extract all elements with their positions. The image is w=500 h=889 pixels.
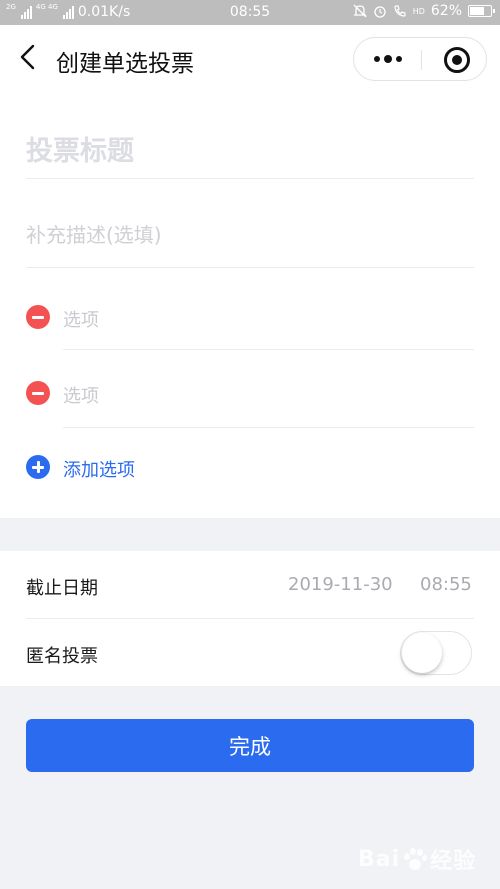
paw-logo-icon [402,847,428,871]
back-arrow-icon[interactable] [14,42,44,72]
capsule-divider [421,50,422,70]
close-target-icon[interactable] [444,47,470,73]
status-right: HD 62% [353,3,495,19]
anonymous-label: 匿名投票 [26,646,98,667]
more-dots-icon[interactable] [354,38,421,80]
vote-title-input[interactable]: 投票标题 [26,129,134,168]
divider [63,349,474,350]
vote-content-card: 投票标题 补充描述(选填) 选项 选项 添加选项 [0,91,500,518]
anonymous-toggle[interactable] [400,631,472,675]
hd-badge: HD [412,6,425,16]
divider [26,267,474,268]
toggle-knob [402,633,442,673]
baidu-watermark: Bai 经验 [358,835,478,883]
deadline-time-picker[interactable]: 08:55 [420,574,472,595]
done-button[interactable]: 完成 [26,719,474,772]
remove-option-icon[interactable] [26,305,50,329]
status-bar: 2G 4G 4G 0.01K/s 08:55 HD 62% [0,0,500,25]
deadline-label: 截止日期 [26,578,98,599]
description-input[interactable]: 补充描述(选填) [26,219,162,248]
page-title: 创建单选投票 [56,51,194,77]
add-option-icon[interactable] [26,455,50,479]
option-input-1[interactable]: 选项 [63,306,99,332]
add-option-button[interactable]: 添加选项 [63,456,135,482]
alarm-icon [374,6,386,18]
bell-mute-icon [353,4,367,18]
battery-icon [468,5,495,17]
call-icon [394,5,406,17]
remove-option-icon[interactable] [26,381,50,405]
menu-capsule [353,37,487,81]
divider [26,618,474,619]
battery-percent: 62% [430,3,462,19]
watermark-text-left: Bai [358,846,401,872]
settings-card: 截止日期 2019-11-30 08:55 匿名投票 [0,551,500,686]
deadline-date-picker[interactable]: 2019-11-30 [288,574,393,595]
divider [63,427,474,428]
divider [26,178,474,179]
nav-bar: 创建单选投票 [0,25,500,91]
watermark-text-right: 经验 [430,849,477,874]
option-input-2[interactable]: 选项 [63,382,99,408]
